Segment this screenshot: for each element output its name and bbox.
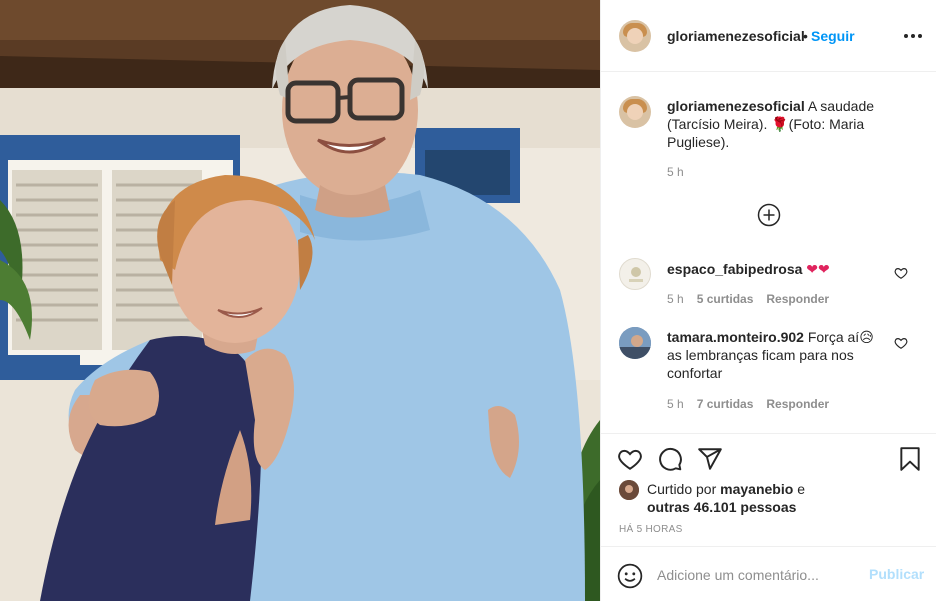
comment-input[interactable] [657, 564, 857, 586]
comment-text: ❤❤ [806, 261, 830, 277]
comments-section: gloriamenezesoficial A saudade (Tarcísio… [601, 73, 936, 433]
post-actions: Curtido por mayanebio e outras 46.101 pe… [601, 433, 936, 601]
liker-avatar[interactable] [619, 480, 639, 500]
reply-button[interactable]: Responder [766, 397, 829, 411]
author-username[interactable]: gloriamenezesoficial [667, 28, 805, 44]
liked-by-user[interactable]: mayanebio [720, 481, 793, 497]
post-header: gloriamenezesoficial • Seguir [601, 0, 936, 72]
comment-icon[interactable] [657, 446, 683, 472]
publish-button[interactable]: Publicar [869, 566, 924, 582]
commenter-username[interactable]: espaco_fabipedrosa [667, 261, 802, 277]
smiley-icon[interactable] [617, 563, 643, 589]
post-sidebar: gloriamenezesoficial • Seguir gloriamene… [600, 0, 936, 601]
commenter-username[interactable]: tamara.monteiro.902 [667, 329, 804, 345]
more-horizontal-icon[interactable] [903, 26, 923, 46]
caption-author-avatar[interactable] [619, 96, 651, 128]
add-comment-bar: Publicar [601, 546, 936, 602]
comment-like-heart-icon[interactable] [894, 266, 908, 280]
comment-body: espaco_fabipedrosa ❤❤ [667, 260, 881, 278]
liked-by-conj: e [797, 481, 805, 497]
bookmark-icon[interactable] [897, 446, 923, 472]
post-photo[interactable] [0, 0, 600, 601]
post-timestamp[interactable]: HÁ 5 HORAS [619, 524, 683, 535]
author-avatar[interactable] [619, 20, 651, 52]
liked-by-prefix: Curtido por [647, 481, 717, 497]
follow-button[interactable]: Seguir [811, 28, 855, 44]
photo-illustration [0, 0, 600, 601]
comment-likes[interactable]: 5 curtidas [697, 292, 754, 306]
post-caption: gloriamenezesoficial A saudade (Tarcísio… [667, 97, 881, 151]
paper-plane-icon[interactable] [697, 446, 723, 472]
liked-by-text: Curtido por mayanebio e outras 46.101 pe… [647, 480, 847, 516]
comment-meta: 5 h 7 curtidas Responder [667, 397, 829, 411]
liked-by-others[interactable]: outras 46.101 pessoas [647, 499, 796, 515]
commenter-avatar[interactable] [619, 258, 651, 290]
reply-button[interactable]: Responder [766, 292, 829, 306]
comment-like-heart-icon[interactable] [894, 336, 908, 350]
comment-time[interactable]: 5 h [667, 397, 684, 411]
instagram-post: gloriamenezesoficial • Seguir gloriamene… [0, 0, 936, 601]
comment-likes[interactable]: 7 curtidas [697, 397, 754, 411]
commenter-avatar[interactable] [619, 327, 651, 359]
comment-body: tamara.monteiro.902 Força aí😥 as lembran… [667, 328, 881, 382]
comment-time[interactable]: 5 h [667, 292, 684, 306]
caption-time[interactable]: 5 h [667, 165, 684, 179]
comment-meta: 5 h 5 curtidas Responder [667, 292, 829, 306]
plus-circle-icon[interactable] [757, 203, 781, 227]
heart-icon[interactable] [617, 446, 643, 472]
separator-dot: • [803, 28, 808, 44]
caption-username[interactable]: gloriamenezesoficial [667, 98, 805, 114]
